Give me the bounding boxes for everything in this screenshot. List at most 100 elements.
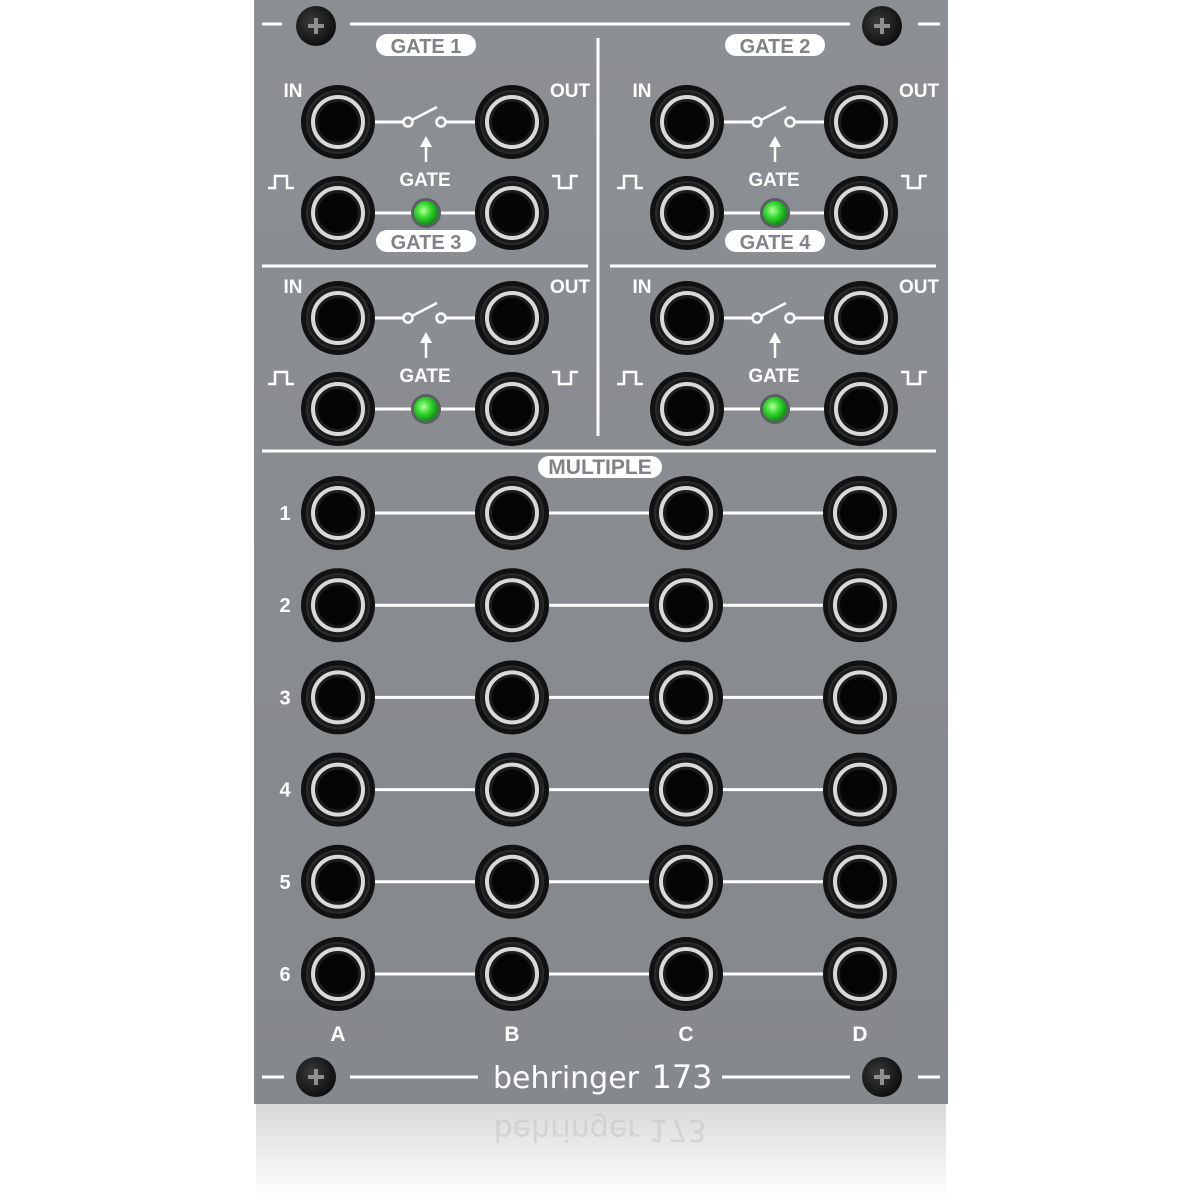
gate-1-title: GATE 1 <box>376 34 476 58</box>
screw-bottom-right <box>862 1057 902 1097</box>
gate-2-title: GATE 2 <box>725 34 825 58</box>
gate-1-gate-in-jack[interactable] <box>301 176 375 250</box>
gate-2-in-label: IN <box>633 81 652 102</box>
multiple-jack-d1[interactable] <box>823 476 897 550</box>
jack-socket <box>666 769 706 810</box>
jack-socket <box>318 102 358 142</box>
jack-socket <box>667 102 707 142</box>
jack-socket <box>667 193 707 233</box>
gate-4-gate-out-jack[interactable] <box>824 372 898 446</box>
jack-socket <box>667 389 707 429</box>
gate-4-in-label: IN <box>633 277 652 298</box>
jack-socket <box>492 389 532 429</box>
jack-socket <box>841 193 881 233</box>
gate-2-gate-in-jack[interactable] <box>650 176 724 250</box>
led-glow <box>414 397 438 421</box>
multiple-jack-a2[interactable] <box>301 568 375 643</box>
multiple-jack-d5[interactable] <box>823 844 897 919</box>
multiple-jack-a3[interactable] <box>301 660 375 735</box>
gate-3-out-label: OUT <box>550 277 591 298</box>
multiple-jack-d2[interactable] <box>823 568 897 643</box>
gate-4-led <box>760 394 790 424</box>
gate-2-out-jack[interactable] <box>824 85 898 159</box>
gate-3-title: GATE 3 <box>376 230 476 254</box>
multiple-jack-d3[interactable] <box>823 660 897 735</box>
jack-socket <box>492 677 532 718</box>
led-glow <box>763 201 787 225</box>
multiple-title-text: MULTIPLE <box>548 456 651 479</box>
gate-4-out-label: OUT <box>899 277 940 298</box>
multiple-jack-d4[interactable] <box>823 752 897 827</box>
jack-socket <box>318 769 358 810</box>
jack-socket <box>492 861 532 902</box>
multiple-jack-c3[interactable] <box>649 660 723 735</box>
gate-2-in-jack[interactable] <box>650 85 724 159</box>
screw-bottom-left <box>296 1057 336 1097</box>
multiple-jack-b6[interactable] <box>475 937 549 1011</box>
multiple-jack-a6[interactable] <box>301 937 375 1011</box>
gate-2-out-label: OUT <box>899 81 940 102</box>
gate-2-gate-out-jack[interactable] <box>824 176 898 250</box>
jack-socket <box>318 389 358 429</box>
multiple-jack-d6[interactable] <box>823 937 897 1011</box>
jack-socket <box>840 861 880 902</box>
led-glow <box>763 397 787 421</box>
multiple-title: MULTIPLE <box>538 456 662 479</box>
panel-reflection: behringer 173 <box>256 1104 946 1200</box>
gate-3-in-jack[interactable] <box>301 281 375 355</box>
gate-1-in-label: IN <box>284 81 303 102</box>
multiple-jack-c1[interactable] <box>649 476 723 550</box>
multiple-row-label: 1 <box>279 503 290 525</box>
jack-socket <box>666 677 706 718</box>
multiple-jack-a1[interactable] <box>301 476 375 550</box>
gate-4-in-jack[interactable] <box>650 281 724 355</box>
multiple-jack-b4[interactable] <box>475 752 549 827</box>
multiple-row-label: 2 <box>279 595 290 617</box>
gate-title-text: GATE 3 <box>391 232 462 254</box>
gate-3-gate-out-jack[interactable] <box>475 372 549 446</box>
multiple-jack-a4[interactable] <box>301 752 375 827</box>
jack-socket <box>840 677 880 718</box>
jack-socket <box>841 298 881 338</box>
jack-socket <box>318 193 358 233</box>
jack-socket <box>318 954 358 994</box>
gate-4-gate-in-jack[interactable] <box>650 372 724 446</box>
screw-top-left <box>296 6 336 46</box>
gate-3-gate-in-jack[interactable] <box>301 372 375 446</box>
multiple-jack-b5[interactable] <box>475 844 549 919</box>
jack-socket <box>492 954 532 994</box>
jack-socket <box>667 298 707 338</box>
multiple-jack-c5[interactable] <box>649 844 723 919</box>
gate-4-out-jack[interactable] <box>824 281 898 355</box>
multiple-jack-b3[interactable] <box>475 660 549 735</box>
brand-logo: behringer <box>493 1061 640 1096</box>
jack-socket <box>492 769 532 810</box>
gate-1-out-jack[interactable] <box>475 85 549 159</box>
multiple-row-label: 6 <box>279 964 290 986</box>
multiple-jack-c6[interactable] <box>649 937 723 1011</box>
gate-1-in-jack[interactable] <box>301 85 375 159</box>
module-panel <box>254 0 948 1104</box>
multiple-jack-b1[interactable] <box>475 476 549 550</box>
jack-socket <box>318 298 358 338</box>
multiple-jack-b2[interactable] <box>475 568 549 643</box>
multiple-jack-c4[interactable] <box>649 752 723 827</box>
multiple-row-label: 4 <box>279 780 291 802</box>
reflection-text: behringer 173 <box>494 1112 707 1147</box>
jack-socket <box>492 102 532 142</box>
gate-2-gate-label: GATE <box>748 170 799 191</box>
gate-1-gate-label: GATE <box>399 170 450 191</box>
jack-socket <box>318 585 358 626</box>
module-image: behringer 173 behringer 173 GATE 1 IN OUT GAT… <box>254 0 948 1200</box>
gate-1-gate-out-jack[interactable] <box>475 176 549 250</box>
gate-3-out-jack[interactable] <box>475 281 549 355</box>
jack-socket <box>840 769 880 810</box>
multiple-jack-a5[interactable] <box>301 844 375 919</box>
jack-socket <box>318 861 358 902</box>
jack-socket <box>841 102 881 142</box>
multiple-jack-c2[interactable] <box>649 568 723 643</box>
gate-1-out-label: OUT <box>550 81 591 102</box>
multiple-row-label: 5 <box>279 872 290 894</box>
model-number: 173 <box>651 1058 712 1096</box>
gate-title-text: GATE 2 <box>740 36 811 58</box>
